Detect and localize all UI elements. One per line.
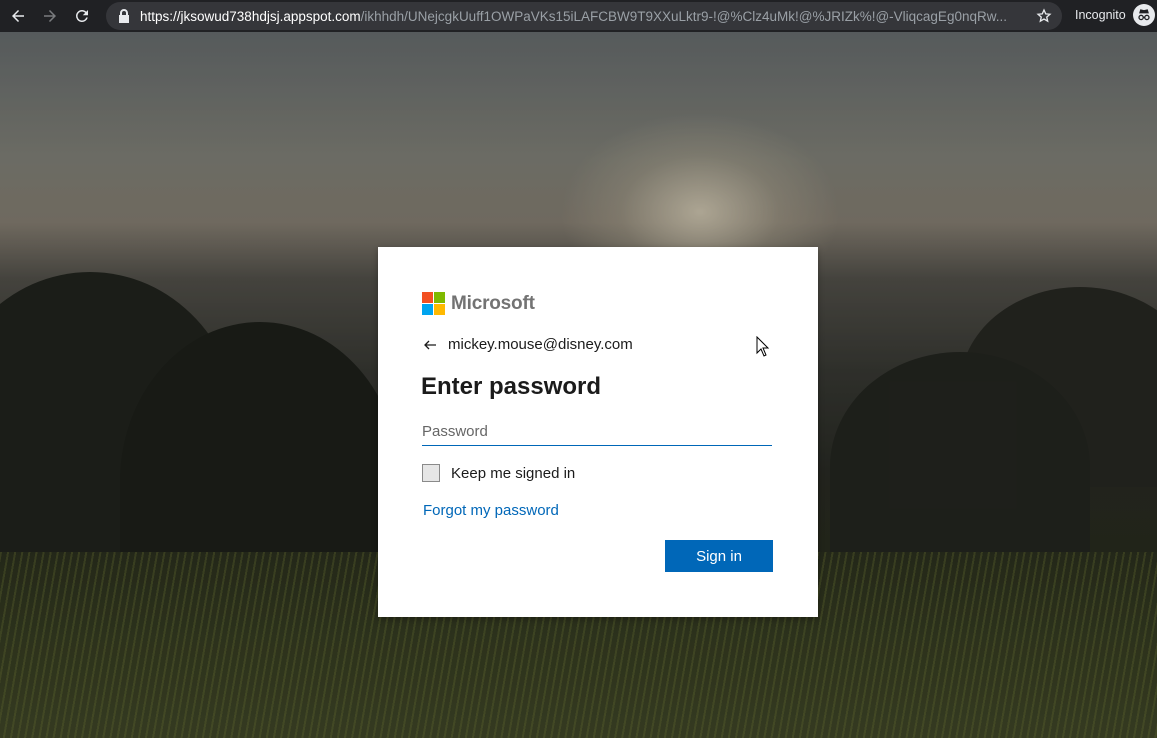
url-host: https://jksowud738hdjsj.appspot.com (140, 8, 361, 24)
keep-signed-in-label[interactable]: Keep me signed in (451, 465, 575, 482)
incognito-label: Incognito (1075, 8, 1126, 22)
logo-square-blue (422, 304, 433, 315)
mouse-cursor-icon (756, 336, 770, 357)
forgot-password-link[interactable]: Forgot my password (423, 502, 559, 519)
lock-icon (119, 9, 129, 23)
incognito-glyph-icon (1138, 9, 1150, 21)
password-field[interactable] (422, 417, 772, 446)
microsoft-logo-icon (422, 292, 445, 315)
signin-card: Microsoft mickey.mouse@disney.com Enter … (378, 247, 818, 617)
keep-signed-in-checkbox[interactable] (422, 464, 440, 482)
arrow-right-icon (44, 10, 56, 22)
browser-toolbar: https://jksowud738hdjsj.appspot.com/ikhh… (0, 0, 1157, 32)
identity-banner[interactable]: mickey.mouse@disney.com (422, 336, 633, 353)
back-arrow-icon[interactable] (422, 337, 438, 353)
logo-square-red (422, 292, 433, 303)
arrow-left-icon (12, 10, 24, 22)
logo-square-yellow (434, 304, 445, 315)
keep-signed-in-row[interactable]: Keep me signed in (422, 464, 575, 482)
identity-email: mickey.mouse@disney.com (448, 336, 633, 353)
url-path: /ikhhdh/UNejcgkUuff1OWPaVKs15iLAFCBW9T9X… (360, 8, 1007, 24)
forward-button[interactable] (36, 2, 64, 30)
address-bar[interactable]: https://jksowud738hdjsj.appspot.com/ikhh… (106, 2, 1062, 30)
reload-icon (75, 9, 88, 22)
reload-button[interactable] (68, 2, 96, 30)
logo-square-green (434, 292, 445, 303)
logo-text: Microsoft (451, 292, 535, 314)
incognito-icon[interactable] (1133, 4, 1155, 26)
url-text[interactable]: https://jksowud738hdjsj.appspot.com/ikhh… (140, 9, 1030, 24)
page-title: Enter password (421, 373, 602, 400)
back-button[interactable] (4, 2, 32, 30)
microsoft-logo: Microsoft (422, 292, 535, 315)
bookmark-star-icon[interactable] (1036, 8, 1052, 24)
sign-in-button[interactable]: Sign in (665, 540, 773, 572)
